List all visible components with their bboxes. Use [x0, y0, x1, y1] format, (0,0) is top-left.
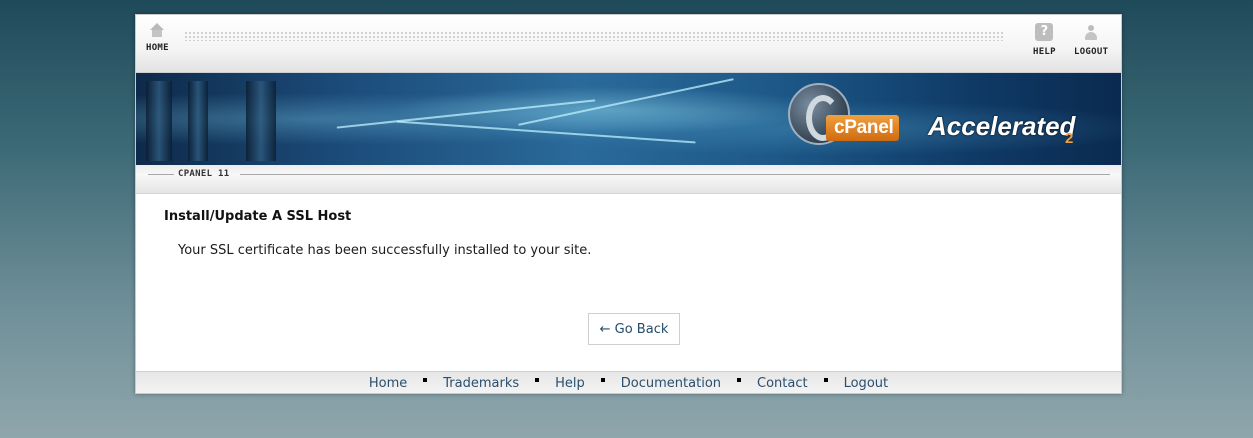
top-toolbar: HOME ? HELP LOGOUT [136, 15, 1121, 73]
footer-link-logout[interactable]: Logout [844, 376, 889, 391]
divider [148, 174, 174, 175]
server-rack-image [146, 81, 172, 161]
toolbar-help-button[interactable]: ? HELP [1033, 23, 1056, 57]
toolbar-dot-pattern [184, 31, 1004, 41]
server-rack-image [188, 81, 208, 161]
footer-separator [823, 377, 828, 382]
page-title: Install/Update A SSL Host [164, 209, 352, 224]
toolbar-home-button[interactable]: HOME [146, 23, 169, 53]
logo-version-number: 2 [1065, 130, 1074, 147]
toolbar-home-label: HOME [146, 43, 169, 53]
toolbar-logout-button[interactable]: LOGOUT [1074, 23, 1108, 57]
go-back-button[interactable]: ← Go Back [588, 313, 680, 345]
footer-separator [737, 377, 742, 382]
server-rack-image [246, 81, 276, 161]
footer-link-home[interactable]: Home [369, 376, 407, 391]
help-icon: ? [1035, 23, 1054, 41]
header-banner: cPanel Accelerated 2 [136, 73, 1121, 165]
footer-link-documentation[interactable]: Documentation [621, 376, 721, 391]
accelerated-logo-text: Accelerated [928, 111, 1076, 141]
toolbar-logout-label: LOGOUT [1074, 47, 1109, 57]
footer-link-contact[interactable]: Contact [757, 376, 808, 391]
footer-separator [535, 377, 540, 382]
cpanel-logo-text: cPanel [826, 115, 900, 141]
footer-separator [600, 377, 605, 382]
success-message: Your SSL certificate has been successful… [178, 243, 592, 258]
light-streak [396, 120, 696, 144]
light-streak [336, 99, 596, 129]
footer-separator [423, 377, 428, 382]
footer-link-help[interactable]: Help [555, 376, 585, 391]
toolbar-help-label: HELP [1033, 47, 1056, 57]
version-bar: CPANEL 11 [136, 165, 1121, 194]
footer-link-trademarks[interactable]: Trademarks [443, 376, 519, 391]
footer-nav: Home Trademarks Help Documentation Contact Lo… [136, 371, 1121, 393]
light-streak [518, 78, 734, 126]
cpanel-window: HOME ? HELP LOGOUT cPanel Accelerated 2 … [135, 14, 1122, 394]
version-label: CPANEL 11 [178, 169, 230, 179]
divider [240, 174, 1110, 175]
home-icon [150, 23, 165, 37]
user-icon [1083, 23, 1099, 41]
